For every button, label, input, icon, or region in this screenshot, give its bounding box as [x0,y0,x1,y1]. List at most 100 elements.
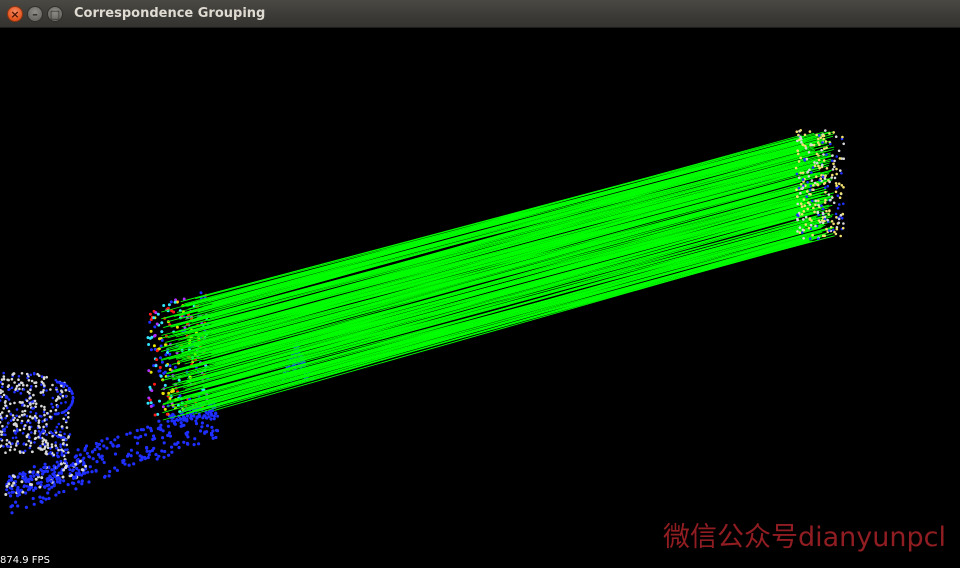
scene-keypoint [153,334,156,338]
model-point [823,177,827,180]
scene-point [80,468,84,472]
scene-point [113,438,117,442]
scene-point [9,478,13,482]
maximize-window-button[interactable]: □ [47,6,63,22]
scene-point [102,444,106,448]
scene-point [57,490,61,494]
model-point [797,160,801,163]
model-point [810,179,814,182]
scene-point [143,456,147,461]
scene-point [37,424,40,428]
scene-point [5,488,9,492]
scene-point [34,429,37,433]
scene-point [54,493,58,497]
scene-point [38,414,42,418]
scene-point [51,405,55,409]
scene-point [49,409,53,413]
scene-point [135,428,139,433]
scene-point [155,457,159,461]
scene-point [113,466,117,470]
scene-keypoint [164,364,168,368]
scene-point [31,496,35,501]
scene-point [162,455,166,459]
scene-point [59,430,62,434]
scene-point [22,427,26,431]
scene-point [36,481,40,485]
scene-point [5,443,8,446]
model-point [811,233,814,237]
scene-point [11,414,15,417]
scene-point [45,423,48,426]
scene-point [170,450,174,454]
model-point [832,201,836,205]
scene-point [28,436,31,439]
scene-point [80,479,84,483]
scene-point [28,425,31,429]
model-point [798,231,802,234]
scene-point [86,470,90,474]
scene-point [45,450,48,453]
scene-point [55,466,59,470]
scene-point [2,407,5,410]
minimize-window-button[interactable]: – [27,6,43,22]
scene-point [32,393,35,397]
scene-point [4,493,8,496]
scene-point [41,442,44,446]
scene-point [37,430,41,433]
model-point [816,211,820,215]
scene-keypoint [160,330,164,334]
scene-point [8,475,11,478]
scene-point [64,466,68,470]
scene-point [186,435,190,439]
model-point [810,219,813,222]
model-point [797,214,800,218]
model-point [820,204,823,207]
scene-keypoint [160,360,164,364]
model-point [799,191,802,195]
scene-keypoint [161,405,165,409]
model-point [822,137,825,141]
model-point [815,175,818,178]
scene-point [16,442,20,445]
scene-keypoint [149,329,153,333]
model-point [808,217,812,220]
model-point [809,193,812,196]
scene-point [29,396,32,400]
model-point [815,133,818,137]
scene-point [74,462,78,466]
model-point [841,226,845,230]
scene-point [177,445,181,450]
scene-point [26,488,30,492]
scene-point [1,424,4,428]
scene-point [41,420,44,423]
model-point [811,199,814,203]
scene-point [72,475,75,479]
fps-counter: 874.9 FPS [0,555,50,566]
scene-point [8,441,11,444]
close-window-button[interactable]: × [7,6,23,22]
scene-point [207,415,211,419]
scene-point [0,378,4,381]
scene-point [97,442,101,446]
scene-point [83,471,87,475]
model-point [840,172,843,175]
model-point [822,159,826,162]
scene-point [61,442,65,446]
scene-point [27,379,31,382]
scene-point [54,408,58,412]
scene-point [84,464,88,468]
scene-point [0,411,4,414]
scene-point [15,423,18,426]
correspondence-line [211,188,803,357]
title-bar[interactable]: × – □ Correspondence Grouping [0,0,960,28]
scene-point [31,416,34,420]
point-cloud-canvas[interactable] [0,28,960,568]
model-point [797,186,801,190]
scene-point [179,421,183,425]
scene-point [0,421,2,424]
model-point [798,226,802,229]
model-point [841,212,845,216]
point-cloud-viewport[interactable]: 874.9 FPS 微信公众号dianyunpcl [0,28,960,568]
model-point [823,147,826,150]
scene-point [49,388,52,391]
